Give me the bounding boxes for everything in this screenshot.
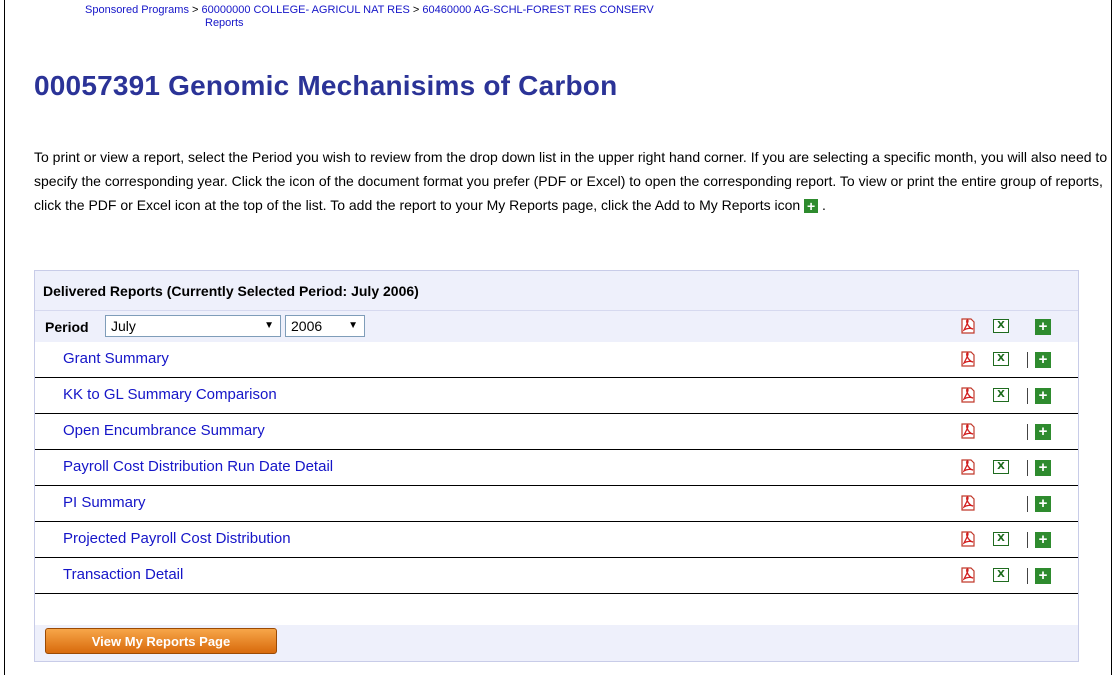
add-to-my-reports-icon[interactable]: + bbox=[1035, 424, 1051, 440]
breadcrumb-item-sponsored-programs[interactable]: Sponsored Programs bbox=[85, 4, 189, 16]
period-row: Period July ▼ 2006 ▼ X + bbox=[35, 312, 1078, 342]
excel-icon[interactable]: X bbox=[993, 352, 1009, 366]
chevron-down-icon: ▼ bbox=[264, 320, 274, 331]
breadcrumb-separator: > bbox=[192, 4, 199, 16]
page-frame: Sponsored Programs > 60000000 COLLEGE- A… bbox=[4, 0, 1112, 675]
list-item: Open Encumbrance Summary + bbox=[35, 414, 1078, 450]
period-label: Period bbox=[45, 319, 89, 335]
pdf-icon[interactable] bbox=[959, 494, 977, 512]
instructions-text: To print or view a report, select the Pe… bbox=[34, 145, 1110, 217]
report-link[interactable]: KK to GL Summary Comparison bbox=[63, 386, 277, 403]
panel-header: Delivered Reports (Currently Selected Pe… bbox=[35, 271, 1078, 311]
month-select-value: July bbox=[111, 318, 136, 334]
page-title: 00057391 Genomic Mechanisims of Carbon bbox=[34, 70, 618, 101]
year-select-value: 2006 bbox=[291, 318, 323, 334]
add-to-my-reports-icon[interactable]: + bbox=[1035, 352, 1051, 368]
divider bbox=[1027, 388, 1028, 404]
list-item: Grant Summary X + bbox=[35, 342, 1078, 378]
add-to-my-reports-icon[interactable]: + bbox=[1035, 568, 1051, 584]
excel-icon[interactable]: X bbox=[993, 388, 1009, 402]
instructions-body: To print or view a report, select the Pe… bbox=[34, 149, 1108, 213]
excel-icon[interactable]: X bbox=[993, 568, 1009, 582]
report-link[interactable]: Transaction Detail bbox=[63, 566, 183, 583]
report-list: Grant Summary X + KK to GL Summary Compa… bbox=[35, 342, 1078, 625]
divider bbox=[1027, 496, 1028, 512]
add-to-my-reports-icon: + bbox=[804, 199, 819, 213]
divider bbox=[1027, 424, 1028, 440]
excel-icon[interactable]: X bbox=[993, 460, 1009, 474]
list-item: PI Summary + bbox=[35, 486, 1078, 522]
list-item: Payroll Cost Distribution Run Date Detai… bbox=[35, 450, 1078, 486]
list-item: Projected Payroll Cost Distribution X + bbox=[35, 522, 1078, 558]
report-link[interactable]: Projected Payroll Cost Distribution bbox=[63, 530, 291, 547]
add-to-my-reports-icon[interactable]: + bbox=[1035, 496, 1051, 512]
year-select[interactable]: 2006 ▼ bbox=[285, 315, 365, 337]
add-to-my-reports-icon[interactable]: + bbox=[1035, 388, 1051, 404]
add-to-my-reports-icon[interactable]: + bbox=[1035, 532, 1051, 548]
report-link[interactable]: Grant Summary bbox=[63, 350, 169, 367]
pdf-icon[interactable] bbox=[959, 350, 977, 368]
report-link[interactable]: Payroll Cost Distribution Run Date Detai… bbox=[63, 458, 333, 475]
instructions-suffix: . bbox=[818, 197, 826, 213]
delivered-reports-panel: Delivered Reports (Currently Selected Pe… bbox=[34, 270, 1079, 662]
list-item: KK to GL Summary Comparison X + bbox=[35, 378, 1078, 414]
pdf-icon[interactable] bbox=[959, 458, 977, 476]
breadcrumb-item-college[interactable]: 60000000 COLLEGE- AGRICUL NAT RES bbox=[202, 4, 410, 16]
button-row: View My Reports Page bbox=[35, 625, 1078, 663]
excel-icon[interactable]: X bbox=[993, 532, 1009, 546]
chevron-down-icon: ▼ bbox=[348, 320, 358, 331]
view-my-reports-button[interactable]: View My Reports Page bbox=[45, 628, 277, 654]
divider bbox=[1027, 460, 1028, 476]
pdf-icon[interactable] bbox=[959, 530, 977, 548]
add-to-my-reports-icon[interactable]: + bbox=[1035, 319, 1051, 335]
pdf-icon[interactable] bbox=[959, 386, 977, 404]
report-link[interactable]: PI Summary bbox=[63, 494, 146, 511]
breadcrumb-item-department[interactable]: 60460000 AG-SCHL-FOREST RES CONSERV bbox=[422, 4, 653, 16]
add-to-my-reports-icon[interactable]: + bbox=[1035, 460, 1051, 476]
divider bbox=[1027, 568, 1028, 584]
month-select[interactable]: July ▼ bbox=[105, 315, 281, 337]
list-item: Transaction Detail X + bbox=[35, 558, 1078, 594]
breadcrumb-item-reports[interactable]: Reports bbox=[85, 17, 985, 30]
breadcrumb: Sponsored Programs > 60000000 COLLEGE- A… bbox=[85, 4, 985, 30]
report-link[interactable]: Open Encumbrance Summary bbox=[63, 422, 265, 439]
breadcrumb-separator: > bbox=[412, 4, 420, 16]
excel-icon[interactable]: X bbox=[993, 319, 1009, 333]
divider bbox=[1027, 532, 1028, 548]
pdf-icon[interactable] bbox=[959, 566, 977, 584]
divider bbox=[1027, 352, 1028, 368]
pdf-icon[interactable] bbox=[959, 317, 977, 335]
pdf-icon[interactable] bbox=[959, 422, 977, 440]
